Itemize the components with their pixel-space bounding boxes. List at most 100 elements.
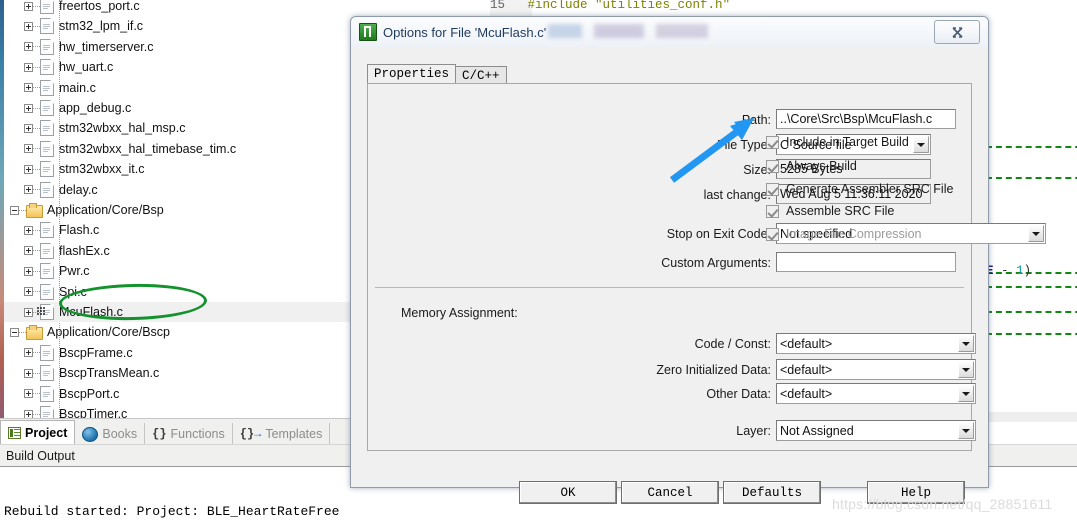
c-file-icon	[40, 140, 54, 157]
editor-horizontal-scrollbar[interactable]	[980, 412, 1077, 422]
tree-connector	[33, 393, 40, 395]
expand-icon[interactable]	[24, 164, 33, 174]
options-for-file-dialog[interactable]: Options for File 'McuFlash.c' Properties…	[350, 16, 1046, 504]
expand-icon[interactable]	[24, 348, 33, 358]
fold-marker-line	[986, 311, 1077, 313]
c-file-icon	[40, 385, 54, 402]
tree-item-label: Spi.c	[59, 284, 87, 299]
expand-icon[interactable]	[24, 225, 33, 235]
dialog-title: Options for File 'McuFlash.c'	[383, 24, 547, 40]
other-data-combo[interactable]: <default>	[776, 383, 976, 404]
dialog-body: Properties C/C++ Path: ..\Core\Src\Bsp\M…	[351, 47, 1046, 504]
ok-button-label: OK	[560, 485, 576, 500]
expand-icon[interactable]	[24, 266, 33, 276]
tree-connector	[19, 209, 26, 211]
tab-templates-label: Templates	[265, 427, 323, 441]
tree-item-label: main.c	[59, 80, 96, 95]
tree-connector	[33, 250, 40, 252]
expand-icon[interactable]	[24, 409, 33, 418]
checkbox-assemble-src-file[interactable]: Assemble SRC File	[766, 204, 894, 218]
tab-c-cpp[interactable]: C/C++	[455, 66, 507, 84]
collapse-icon[interactable]	[10, 327, 19, 337]
chevron-down-icon[interactable]	[958, 361, 974, 378]
tree-item-label: Flash.c	[59, 223, 100, 238]
expand-icon[interactable]	[24, 389, 33, 399]
tab-templates[interactable]: {}→ Templates	[233, 423, 331, 445]
tab-functions[interactable]: {} Functions	[145, 423, 233, 445]
close-glyph	[951, 26, 963, 38]
custom-arguments-field[interactable]	[776, 252, 956, 272]
watermark-text: https://blog.csdn.net/qq_28851611	[832, 496, 1053, 512]
expand-icon[interactable]	[24, 83, 33, 93]
tree-connector	[19, 331, 26, 333]
layer-combo[interactable]: Not Assigned	[776, 420, 976, 441]
tab-books[interactable]: Books	[75, 423, 146, 445]
dialog-tab-row[interactable]: Properties C/C++	[367, 64, 507, 84]
tree-item-label: BscpPort.c	[59, 386, 120, 401]
expand-icon[interactable]	[24, 103, 33, 113]
layer-value: Not Assigned	[780, 424, 854, 438]
checkbox-icon[interactable]	[766, 135, 779, 149]
checkbox-icon[interactable]	[766, 182, 779, 196]
bottom-tab-strip[interactable]: Project Books {} Functions {}→ Templates	[0, 418, 352, 445]
c-file-icon	[40, 18, 54, 35]
folder-icon	[26, 324, 43, 340]
expand-icon[interactable]	[24, 42, 33, 52]
tree-item-label: stm32_lpm_if.c	[59, 19, 144, 34]
expand-icon[interactable]	[24, 368, 33, 378]
zero-initialized-data-combo[interactable]: <default>	[776, 359, 976, 380]
tree-connector	[33, 291, 40, 293]
zero-initialized-data-value: <default>	[780, 363, 833, 377]
assembler-file-icon	[37, 304, 54, 320]
tree-file-row[interactable]: freertos_port.c	[4, 0, 490, 16]
custom-arguments-label: Custom Arguments:	[661, 256, 771, 270]
code-const-combo[interactable]: <default>	[776, 333, 976, 354]
expand-icon[interactable]	[24, 185, 33, 195]
c-file-icon	[40, 406, 54, 418]
tree-item-label: delay.c	[59, 182, 98, 197]
cancel-button[interactable]: Cancel	[621, 481, 719, 504]
checkbox-generate-assembler-src-file[interactable]: Generate Assembler SRC File	[766, 182, 953, 196]
chevron-down-icon[interactable]	[958, 422, 974, 439]
zero-initialized-data-label: Zero Initialized Data:	[656, 363, 771, 377]
expand-icon[interactable]	[24, 287, 33, 297]
tree-item-label: BscpTimer.c	[59, 407, 128, 418]
chevron-down-icon[interactable]	[1028, 225, 1044, 242]
code-const-label: Code / Const:	[694, 337, 771, 351]
path-label: Path:	[741, 113, 771, 127]
tree-connector	[33, 127, 40, 129]
chevron-down-icon[interactable]	[958, 385, 974, 402]
chevron-down-icon[interactable]	[958, 335, 974, 352]
expand-icon[interactable]	[24, 21, 33, 31]
application-window: 15 #include "utilities_conf.h" E - 1) fr…	[0, 0, 1077, 522]
tree-connector	[33, 352, 40, 354]
checkbox-always-build[interactable]: Always Build	[766, 159, 857, 173]
checkbox-label: Assemble SRC File	[786, 204, 895, 218]
expand-icon[interactable]	[24, 62, 33, 72]
tree-connector	[33, 5, 40, 7]
checkbox-include-in-target-build[interactable]: Include in Target Build	[766, 135, 909, 149]
tree-item-label: app_debug.c	[59, 101, 132, 115]
dialog-title-bar[interactable]: Options for File 'McuFlash.c'	[351, 17, 988, 47]
expand-icon[interactable]	[24, 307, 33, 317]
defaults-button-label: Defaults	[741, 485, 802, 500]
expand-icon[interactable]	[24, 144, 33, 154]
tree-item-label: BscpTransMean.c	[59, 366, 160, 381]
collapse-icon[interactable]	[10, 205, 19, 215]
path-field[interactable]: ..\Core\Src\Bsp\McuFlash.c	[776, 109, 956, 129]
chevron-down-icon[interactable]	[913, 136, 929, 153]
checkbox-icon[interactable]	[766, 204, 779, 218]
tab-project[interactable]: Project	[0, 420, 76, 445]
close-icon[interactable]	[934, 20, 980, 44]
ok-button[interactable]: OK	[519, 481, 617, 504]
checkbox-icon[interactable]	[766, 159, 779, 173]
defaults-button[interactable]: Defaults	[723, 481, 821, 504]
tab-properties[interactable]: Properties	[367, 64, 457, 84]
expand-icon[interactable]	[24, 246, 33, 256]
expand-icon[interactable]	[24, 123, 33, 133]
expand-icon[interactable]	[24, 1, 33, 11]
tree-connector	[33, 229, 40, 231]
code-const-value: <default>	[780, 337, 833, 351]
c-file-icon	[40, 344, 54, 361]
editor-code-line: 15 #include "utilities_conf.h"	[490, 0, 730, 12]
